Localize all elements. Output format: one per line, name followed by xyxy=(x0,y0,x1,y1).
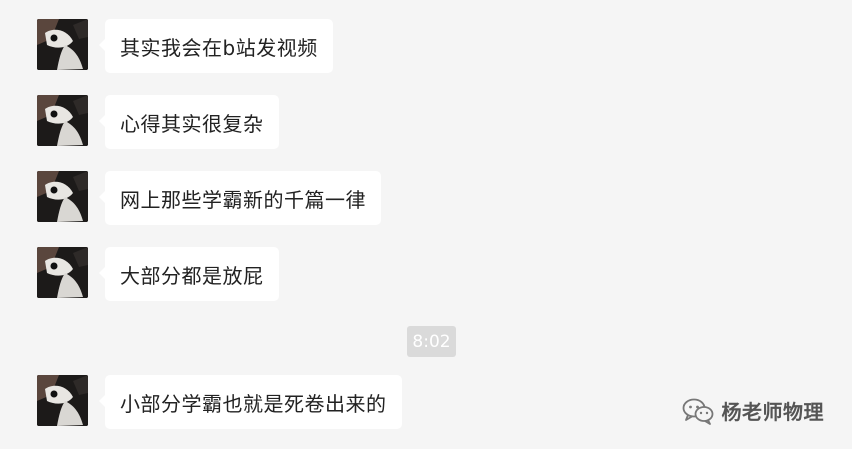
message-bubble[interactable]: 心得其实很复杂 xyxy=(99,95,279,149)
message-row: 心得其实很复杂 xyxy=(37,95,279,149)
message-row: 其实我会在b站发视频 xyxy=(37,19,333,73)
message-row: 网上那些学霸新的千篇一律 xyxy=(37,171,381,225)
avatar[interactable] xyxy=(37,247,88,298)
message-bubble[interactable]: 其实我会在b站发视频 xyxy=(99,19,333,73)
watermark: 杨老师物理 xyxy=(682,396,825,425)
message-bubble[interactable]: 小部分学霸也就是死卷出来的 xyxy=(99,375,402,429)
message-row: 大部分都是放屁 xyxy=(37,247,279,301)
chat-window: 其实我会在b站发视频 心得其实很复杂 网上那些学霸新的千篇一律 大部分都是放屁 … xyxy=(0,0,852,449)
avatar[interactable] xyxy=(37,95,88,146)
message-bubble[interactable]: 大部分都是放屁 xyxy=(99,247,279,301)
timestamp-badge: 8:02 xyxy=(407,326,456,357)
avatar[interactable] xyxy=(37,19,88,70)
avatar[interactable] xyxy=(37,375,88,426)
message-bubble[interactable]: 网上那些学霸新的千篇一律 xyxy=(99,171,381,225)
watermark-label: 杨老师物理 xyxy=(721,400,824,424)
wechat-icon xyxy=(682,397,714,425)
message-row: 小部分学霸也就是死卷出来的 xyxy=(37,375,402,429)
avatar[interactable] xyxy=(37,171,88,222)
